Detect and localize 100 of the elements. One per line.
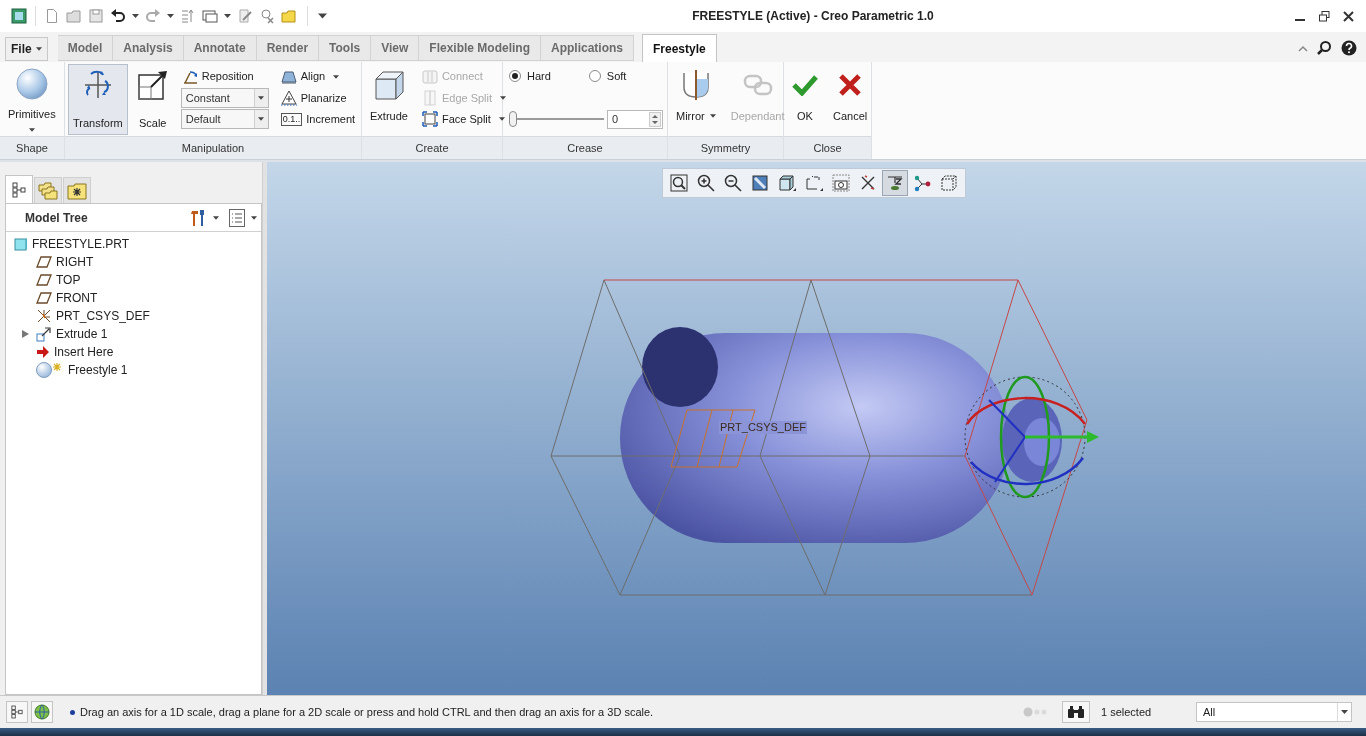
caret-icon[interactable] — [318, 13, 327, 19]
tree-icon — [12, 181, 26, 198]
minimize-icon — [1295, 19, 1305, 21]
tree-item[interactable]: RIGHT — [6, 253, 261, 271]
csys-label: PRT_CSYS_DEF — [719, 421, 807, 434]
radio-option[interactable]: Soft — [588, 67, 627, 85]
slider-thumb[interactable] — [509, 111, 517, 127]
browser-toggle-button[interactable] — [31, 701, 53, 723]
find-button[interactable] — [1062, 701, 1090, 723]
ribbon-command[interactable]: Align — [279, 66, 341, 87]
group-label: Close — [813, 140, 842, 156]
select-field[interactable]: Default — [180, 109, 269, 130]
show-button[interactable] — [229, 207, 257, 228]
tree-icon — [11, 705, 23, 719]
crossed-axes-icon — [859, 174, 877, 192]
caret-icon[interactable] — [224, 14, 231, 18]
ribbon-button[interactable]: Cancel — [828, 64, 873, 135]
sphere-star-icon — [36, 362, 64, 378]
ribbon-button[interactable]: Primitives — [3, 64, 61, 135]
shaded-cube-icon — [778, 174, 796, 192]
tree-item[interactable]: Insert Here — [6, 343, 261, 361]
ribbon-button[interactable]: Scale — [132, 64, 173, 135]
chain-links-icon — [742, 73, 773, 97]
manipulator-gizmo[interactable] — [964, 375, 1099, 499]
ribbon-tab[interactable]: Tools — [319, 35, 372, 61]
square-corners-icon — [421, 111, 438, 128]
ribbon-button[interactable]: Mirror — [671, 64, 721, 135]
ribbon-command[interactable]: Reposition — [180, 66, 255, 87]
ribbon-command[interactable]: Planarize — [279, 88, 348, 108]
app-logo-icon[interactable] — [11, 8, 27, 24]
spin-field[interactable]: 0 — [607, 109, 663, 129]
tree-item[interactable]: PRT_CSYS_DEF — [6, 307, 261, 325]
help-button[interactable] — [1340, 39, 1358, 57]
wireframe-cube-icon — [940, 174, 958, 192]
ribbon-button[interactable]: Transform — [68, 64, 128, 135]
datum-plane-icon — [886, 174, 904, 192]
close-icon — [1342, 10, 1354, 22]
caret-icon — [709, 114, 716, 119]
tree-item[interactable]: TOP — [6, 271, 261, 289]
ribbon-tab[interactable]: Flexible Modeling — [419, 35, 541, 61]
tree-item[interactable]: Freestyle 1 — [6, 361, 261, 379]
tree-item[interactable]: FRONT — [6, 289, 261, 307]
ribbon-tab[interactable]: Annotate — [183, 35, 257, 61]
select-field[interactable]: Constant — [180, 88, 269, 108]
ribbon-tab[interactable]: View — [371, 35, 420, 61]
globe-icon — [34, 704, 50, 720]
repaint-icon — [752, 175, 768, 191]
star-folder-icon — [67, 181, 87, 200]
group-label: Symmetry — [700, 140, 751, 156]
settings-button[interactable] — [189, 207, 219, 228]
selection-count: 1 selected — [1101, 704, 1153, 720]
plane-icon — [36, 292, 52, 304]
close-button[interactable] — [1340, 8, 1356, 24]
caret-icon[interactable] — [167, 14, 174, 18]
undo-icon[interactable] — [110, 8, 126, 24]
trapezoid-icon — [280, 69, 297, 84]
ribbon-button[interactable]: OK — [787, 64, 823, 135]
checkmark-icon — [792, 74, 818, 96]
tree-item[interactable]: FREESTYLE.PRT — [6, 235, 261, 253]
restore-icon — [1318, 10, 1330, 22]
slider-track[interactable] — [509, 111, 604, 127]
ribbon-tab[interactable]: Analysis — [113, 35, 184, 61]
ribbon-command[interactable]: 0.1.. Increment — [279, 109, 357, 130]
sphere-icon — [15, 68, 48, 100]
binoculars-icon — [1067, 705, 1085, 719]
caret-icon — [28, 127, 35, 132]
restore-button[interactable] — [1316, 8, 1332, 24]
file-menu-button[interactable]: File — [5, 37, 48, 61]
new-file-icon[interactable] — [44, 8, 60, 24]
caret-icon — [500, 96, 507, 100]
radio-option[interactable]: Hard — [509, 67, 551, 85]
ribbon-tab[interactable]: Freestyle — [642, 34, 717, 62]
search-button[interactable] — [1315, 39, 1333, 57]
ribbon-tab[interactable]: Applications — [541, 35, 634, 61]
panel-tab[interactable] — [63, 177, 91, 203]
ribbon-tab[interactable]: Model — [57, 35, 114, 61]
expand-arrow-icon[interactable] — [21, 330, 29, 338]
panel-tab[interactable] — [5, 175, 33, 203]
window-icon[interactable] — [202, 8, 218, 24]
status-lights-icon — [1023, 707, 1049, 717]
caret-icon[interactable] — [132, 14, 139, 18]
connect-icon — [421, 69, 438, 84]
view-frame-icon — [805, 174, 823, 192]
ribbon-tab[interactable]: Render — [256, 35, 320, 61]
ribbon-command[interactable]: Face Split — [420, 109, 506, 130]
nodes-icon — [913, 174, 931, 192]
caret-icon — [333, 74, 340, 79]
status-message: Drag an axis for a 1D scale, drag a plane for a 2D scale or press and hold CTRL and then drag an axis for a 3D scale. — [80, 704, 654, 720]
edit-page-icon[interactable] — [237, 8, 253, 24]
toolbar-button[interactable] — [882, 170, 908, 196]
caret-up-icon[interactable] — [1298, 44, 1308, 52]
caret-icon — [1341, 710, 1348, 714]
tree-item[interactable]: Extrude 1 — [6, 325, 261, 343]
close-window-icon[interactable] — [259, 8, 275, 24]
group-label: Manipulation — [181, 140, 245, 156]
tree-toggle-button[interactable] — [6, 701, 28, 723]
ribbon-button[interactable]: Extrude — [365, 64, 413, 135]
filter-select[interactable]: All — [1196, 702, 1352, 722]
caret-icon — [251, 215, 257, 220]
folders-icon — [38, 181, 58, 200]
